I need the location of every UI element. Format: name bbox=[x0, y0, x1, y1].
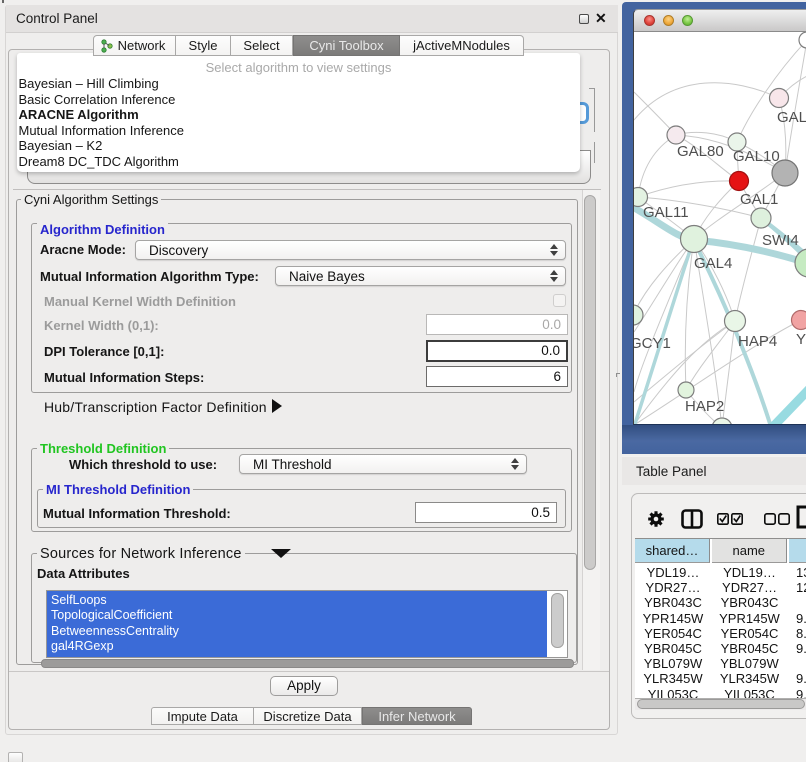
svg-text:GAL7: GAL7 bbox=[777, 109, 806, 126]
svg-text:GCY1: GCY1 bbox=[634, 335, 671, 352]
svg-text:GAL10: GAL10 bbox=[733, 148, 780, 165]
svg-text:HAP2: HAP2 bbox=[685, 398, 724, 415]
svg-text:SWI4: SWI4 bbox=[762, 232, 799, 249]
svg-text:GAL1: GAL1 bbox=[740, 191, 778, 208]
svg-text:GAL11: GAL11 bbox=[643, 204, 689, 221]
svg-text:GAL4: GAL4 bbox=[694, 255, 732, 272]
svg-text:GAL80: GAL80 bbox=[677, 143, 724, 160]
svg-text:HAP4: HAP4 bbox=[738, 333, 777, 350]
svg-text:YJ: YJ bbox=[796, 331, 806, 348]
